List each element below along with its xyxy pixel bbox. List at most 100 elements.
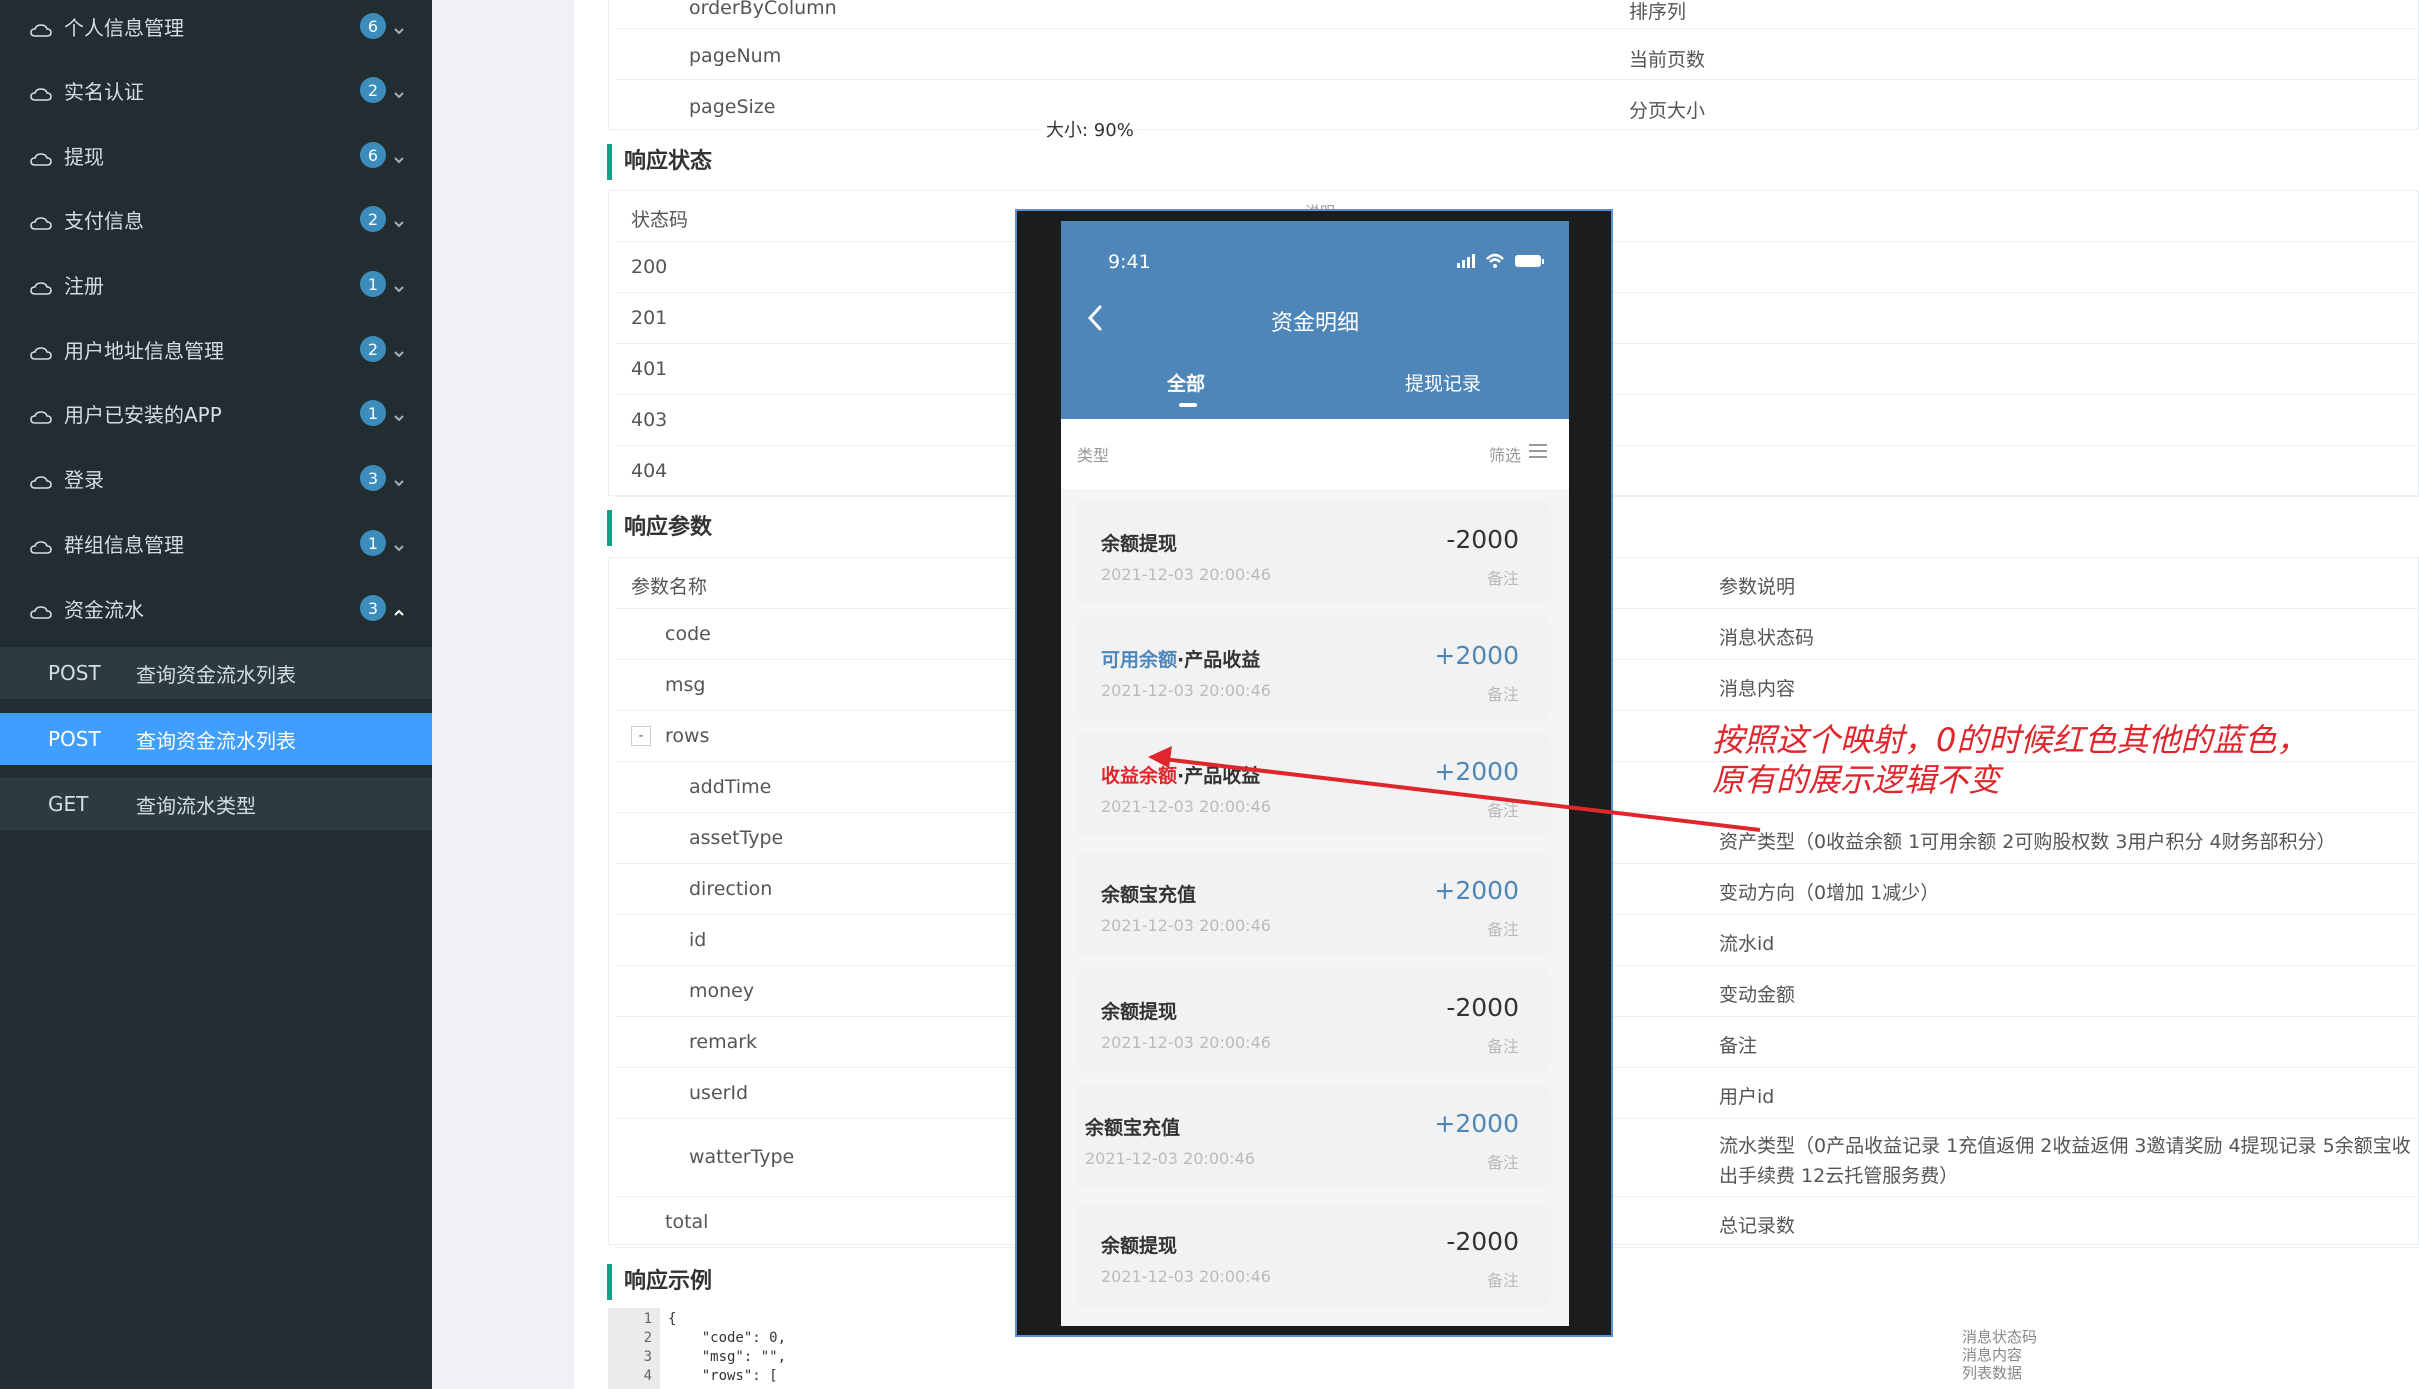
sidebar-item[interactable]: 注册 1 bbox=[0, 252, 432, 316]
transaction-card[interactable]: 余额提现 2021-12-03 20:00:46 -2000 备注 bbox=[1077, 969, 1551, 1073]
tab-all[interactable]: 全部 bbox=[1167, 369, 1205, 396]
chevron-up-icon bbox=[392, 601, 406, 616]
sidebar-item-label: 资金流水 bbox=[64, 597, 144, 622]
param-name: money bbox=[689, 979, 755, 1002]
param-desc: 资产类型（0收益余额 1可用余额 2可购股权数 3用户积分 4财务部积分） bbox=[1719, 830, 2336, 853]
code-line: { bbox=[668, 1311, 677, 1327]
transaction-remark: 备注 bbox=[1486, 920, 1519, 939]
transaction-card[interactable]: 余额宝充值 2021-12-03 20:00:46 +2000 备注 bbox=[1077, 852, 1551, 956]
transaction-type: 余额提现 bbox=[1101, 1235, 1178, 1257]
transaction-title: 余额宝充值 bbox=[1085, 1113, 1180, 1140]
asset-type-label: 收益余额 bbox=[1101, 765, 1178, 787]
transaction-time: 2021-12-03 20:00:46 bbox=[1085, 1149, 1255, 1168]
header-code: 状态码 bbox=[631, 209, 689, 231]
app-header: 9:41 资金明细 全部 提现记录 bbox=[1061, 221, 1569, 419]
status-code: 403 bbox=[631, 409, 668, 431]
param-desc: 总记录数 bbox=[1719, 1214, 1796, 1237]
chevron-down-icon bbox=[392, 342, 406, 358]
count-badge: 6 bbox=[360, 142, 386, 168]
transaction-remark: 备注 bbox=[1486, 1271, 1519, 1290]
http-method: GET bbox=[48, 792, 89, 816]
example-note: 消息内容 bbox=[1962, 1346, 2023, 1364]
transaction-title: 可用余额·产品收益 bbox=[1101, 645, 1260, 672]
example-note: 列表数据 bbox=[1962, 1364, 2023, 1382]
sidebar-item-label: 群组信息管理 bbox=[64, 532, 184, 557]
menu-icon[interactable] bbox=[1529, 443, 1547, 459]
chevron-down-icon bbox=[392, 406, 406, 422]
transaction-time: 2021-12-03 20:00:46 bbox=[1101, 1267, 1271, 1286]
cloud-icon bbox=[30, 406, 52, 424]
param-name: pageSize bbox=[689, 96, 776, 118]
api-name: 查询资金流水列表 bbox=[136, 662, 296, 687]
transaction-card[interactable]: 收益余额·产品收益 2021-12-03 20:00:46 +2000 备注 bbox=[1077, 733, 1551, 837]
api-name: 查询资金流水列表 bbox=[136, 728, 296, 753]
transaction-remark: 备注 bbox=[1486, 801, 1519, 820]
cloud-icon bbox=[30, 536, 52, 554]
transaction-card[interactable]: 余额提现 2021-12-03 20:00:46 -2000 备注 bbox=[1077, 1203, 1551, 1307]
param-desc: 变动金额 bbox=[1719, 983, 1796, 1006]
transaction-card[interactable]: 余额提现 2021-12-03 20:00:46 -2000 备注 bbox=[1077, 501, 1551, 605]
param-desc: 用户id bbox=[1719, 1085, 1775, 1108]
annotation-line-2: 原有的展示逻辑不变 bbox=[1712, 761, 2001, 799]
sidebar-item-label: 用户地址信息管理 bbox=[64, 338, 224, 363]
transaction-amount: -2000 bbox=[1446, 1227, 1519, 1256]
count-badge: 2 bbox=[360, 336, 386, 362]
status-icons bbox=[1457, 253, 1544, 268]
phone-screen: 9:41 资金明细 全部 提现记录 类型 筛选 余额提现 2021-12-03 … bbox=[1061, 221, 1569, 1326]
filter-button[interactable]: 筛选 bbox=[1489, 442, 1521, 466]
collapse-toggle[interactable]: - bbox=[631, 725, 651, 746]
param-desc: 变动方向（0增加 1减少） bbox=[1719, 881, 1940, 904]
sidebar-item[interactable]: 登录 3 bbox=[0, 446, 432, 510]
sidebar-item[interactable]: 实名认证 2 bbox=[0, 58, 432, 122]
code-line: "rows": [ bbox=[668, 1368, 778, 1384]
transaction-card[interactable]: 余额宝充值 2021-12-03 20:00:46 +2000 备注 bbox=[1077, 1085, 1551, 1189]
example-note: 消息状态码 bbox=[1962, 1328, 2038, 1346]
line-number: 2 bbox=[643, 1330, 652, 1346]
sidebar-subitem[interactable]: POST 查询资金流水列表 bbox=[0, 713, 432, 765]
sidebar-item-label: 实名认证 bbox=[64, 79, 144, 104]
cloud-icon bbox=[30, 212, 52, 230]
chevron-down-icon bbox=[392, 148, 406, 164]
transaction-type: ·产品收益 bbox=[1177, 765, 1261, 787]
http-method: POST bbox=[48, 727, 101, 751]
param-desc-continued: 出手续费 12云托管服务费） bbox=[1719, 1165, 1959, 1187]
param-name: watterType bbox=[689, 1146, 795, 1168]
count-badge: 1 bbox=[360, 400, 386, 426]
param-desc: 备注 bbox=[1719, 1034, 1758, 1057]
table-row: pageSize 分页大小 bbox=[615, 80, 2419, 131]
param-desc: 流水类型（0产品收益记录 1充值返佣 2收益返佣 3邀请奖励 4提现记录 5余额… bbox=[1719, 1135, 2411, 1157]
sidebar-item[interactable]: 个人信息管理 6 bbox=[0, 0, 432, 58]
transaction-amount: -2000 bbox=[1446, 525, 1519, 554]
count-badge: 1 bbox=[360, 530, 386, 556]
sidebar-item[interactable]: 提现 6 bbox=[0, 123, 432, 187]
transaction-card[interactable]: 可用余额·产品收益 2021-12-03 20:00:46 +2000 备注 bbox=[1077, 617, 1551, 721]
param-desc: 当前页数 bbox=[1629, 49, 1706, 71]
app-title: 资金明细 bbox=[1270, 311, 1359, 336]
param-name: userId bbox=[689, 1081, 749, 1104]
tab-withdraw-records[interactable]: 提现记录 bbox=[1405, 369, 1481, 396]
zoom-label: 大小: 90% bbox=[1042, 116, 1138, 142]
param-name: rows bbox=[665, 724, 710, 747]
sidebar-subitem[interactable]: POST 查询资金流水列表 bbox=[0, 647, 432, 699]
sidebar-item[interactable]: 用户已安装的APP 1 bbox=[0, 381, 432, 445]
transaction-title: 收益余额·产品收益 bbox=[1101, 761, 1260, 788]
count-badge: 2 bbox=[360, 206, 386, 232]
transaction-remark: 备注 bbox=[1486, 569, 1519, 588]
transaction-amount: -2000 bbox=[1446, 993, 1519, 1022]
sidebar-item[interactable]: 支付信息 2 bbox=[0, 187, 432, 251]
transaction-remark: 备注 bbox=[1486, 1153, 1519, 1172]
sidebar-item[interactable]: 群组信息管理 1 bbox=[0, 511, 432, 575]
annotation-text: 按照这个映射，0的时候红色其他的蓝色， 原有的展示逻辑不变 bbox=[1712, 720, 2308, 800]
sidebar-item[interactable]: 资金流水 3 bbox=[0, 576, 432, 640]
cloud-icon bbox=[30, 19, 52, 37]
api-name: 查询流水类型 bbox=[136, 793, 256, 818]
param-desc: 排序列 bbox=[1629, 1, 1687, 23]
param-desc: 消息状态码 bbox=[1719, 626, 1815, 649]
count-badge: 3 bbox=[360, 595, 386, 621]
chevron-down-icon bbox=[392, 277, 406, 293]
sidebar-item[interactable]: 用户地址信息管理 2 bbox=[0, 317, 432, 381]
code-line: "msg": "", bbox=[668, 1349, 787, 1365]
filter-type[interactable]: 类型 bbox=[1077, 442, 1109, 466]
http-method: POST bbox=[48, 661, 101, 685]
sidebar-subitem[interactable]: GET 查询流水类型 bbox=[0, 778, 432, 830]
